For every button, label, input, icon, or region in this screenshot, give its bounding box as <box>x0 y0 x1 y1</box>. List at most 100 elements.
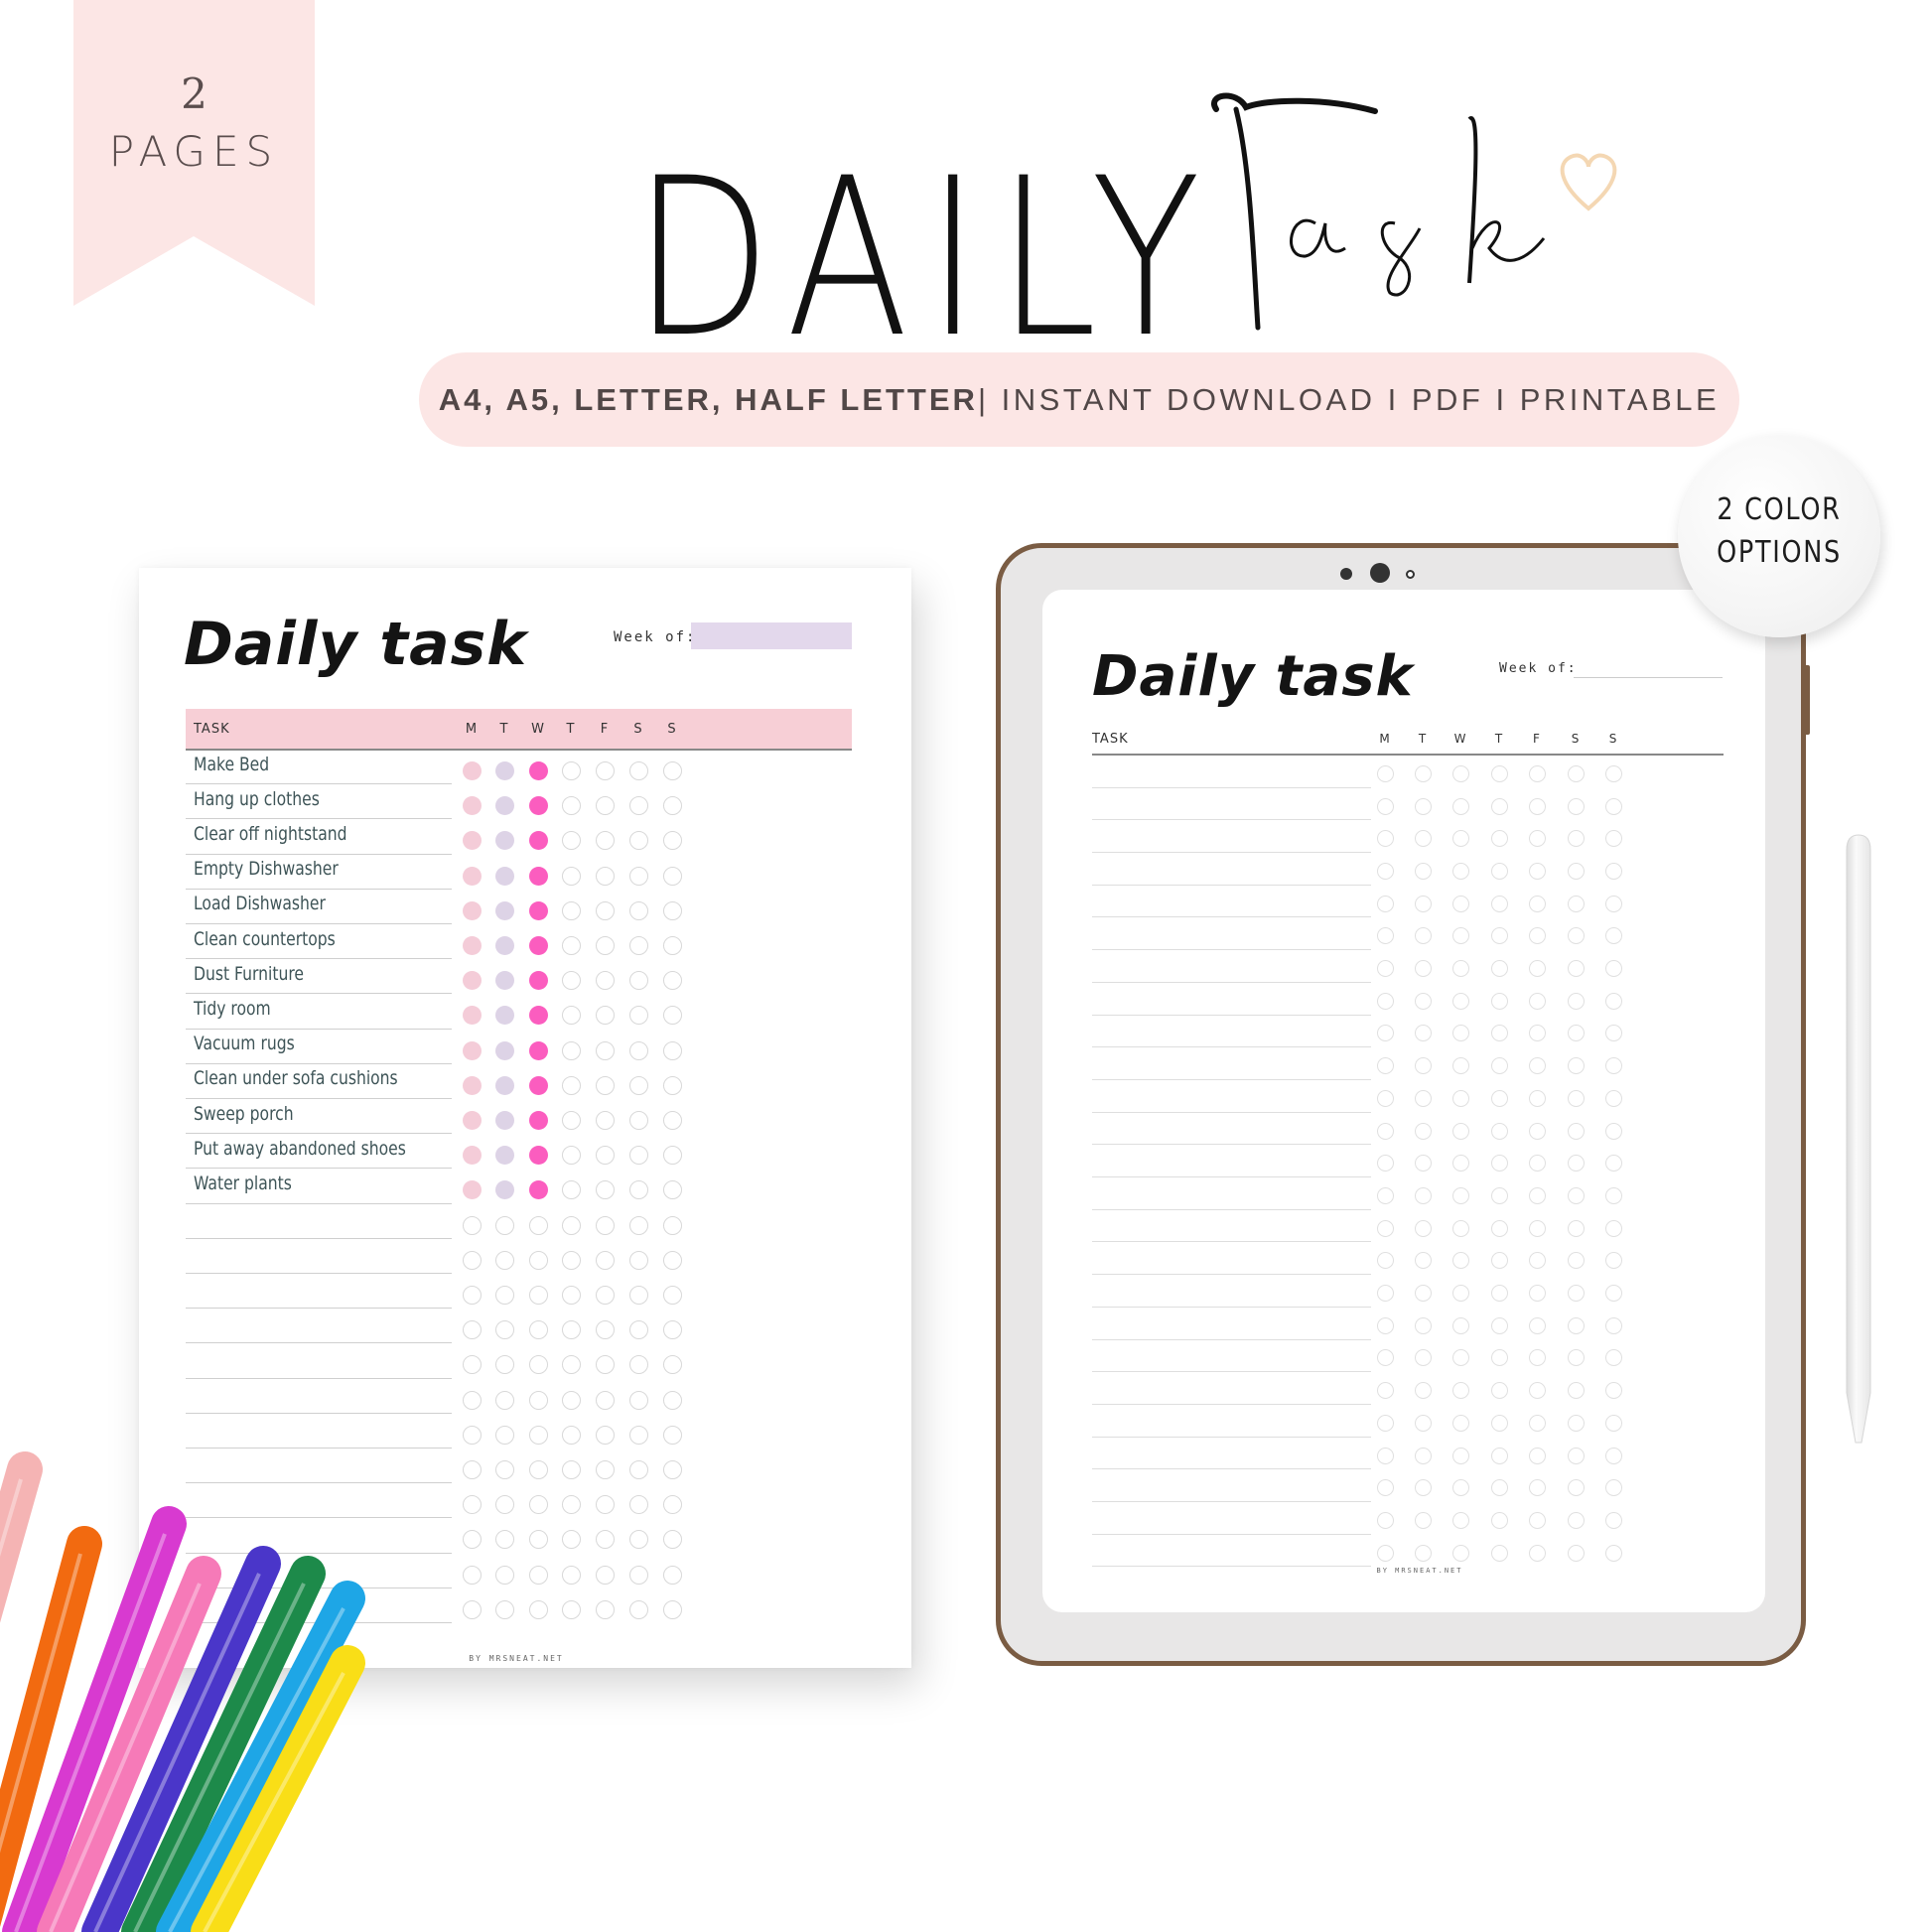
tablet-checkbox-empty[interactable] <box>1528 1285 1546 1303</box>
tablet-checkbox-empty[interactable] <box>1451 1414 1469 1432</box>
tablet-checkbox-empty[interactable] <box>1528 1155 1546 1173</box>
checkbox-empty[interactable] <box>561 796 581 816</box>
tablet-checkbox-empty[interactable] <box>1567 992 1585 1010</box>
tablet-checkbox-empty[interactable] <box>1490 895 1508 912</box>
checkbox-filled[interactable] <box>494 761 514 781</box>
checkbox-empty[interactable] <box>595 1215 615 1235</box>
checkbox-empty[interactable] <box>628 1146 648 1166</box>
checkbox-empty[interactable] <box>595 1320 615 1340</box>
tablet-checkbox-empty[interactable] <box>1528 960 1546 978</box>
checkbox-empty[interactable] <box>628 866 648 886</box>
tablet-checkbox-empty[interactable] <box>1490 862 1508 880</box>
checkbox-empty[interactable] <box>494 1495 514 1515</box>
tablet-checkbox-empty[interactable] <box>1414 1511 1432 1529</box>
tablet-checkbox-empty[interactable] <box>1414 1316 1432 1334</box>
tablet-checkbox-empty[interactable] <box>1604 1349 1622 1367</box>
checkbox-empty[interactable] <box>494 1530 514 1550</box>
tablet-checkbox-empty[interactable] <box>1451 1544 1469 1562</box>
checkbox-empty[interactable] <box>662 1460 682 1480</box>
tablet-checkbox-empty[interactable] <box>1604 895 1622 912</box>
checkbox-empty[interactable] <box>494 1250 514 1270</box>
checkbox-empty[interactable] <box>595 761 615 781</box>
checkbox-filled[interactable] <box>462 971 482 991</box>
checkbox-empty[interactable] <box>662 1390 682 1410</box>
tablet-checkbox-empty[interactable] <box>1528 1511 1546 1529</box>
checkbox-empty[interactable] <box>595 866 615 886</box>
tablet-checkbox-empty[interactable] <box>1528 1349 1546 1367</box>
tablet-checkbox-empty[interactable] <box>1528 1382 1546 1400</box>
tablet-checkbox-empty[interactable] <box>1376 1382 1394 1400</box>
checkbox-filled[interactable] <box>528 1111 548 1131</box>
tablet-checkbox-empty[interactable] <box>1567 1186 1585 1204</box>
tablet-checkbox-empty[interactable] <box>1528 862 1546 880</box>
tablet-checkbox-empty[interactable] <box>1451 1219 1469 1237</box>
tablet-checkbox-empty[interactable] <box>1451 1186 1469 1204</box>
checkbox-empty[interactable] <box>662 866 682 886</box>
tablet-checkbox-empty[interactable] <box>1451 1382 1469 1400</box>
checkbox-filled[interactable] <box>494 1075 514 1095</box>
checkbox-empty[interactable] <box>494 1565 514 1585</box>
checkbox-empty[interactable] <box>662 1495 682 1515</box>
tablet-checkbox-empty[interactable] <box>1414 927 1432 945</box>
checkbox-empty[interactable] <box>494 1355 514 1375</box>
checkbox-empty[interactable] <box>628 1530 648 1550</box>
tablet-checkbox-empty[interactable] <box>1376 1414 1394 1432</box>
checkbox-empty[interactable] <box>595 1530 615 1550</box>
checkbox-empty[interactable] <box>528 1530 548 1550</box>
checkbox-empty[interactable] <box>561 1355 581 1375</box>
tablet-checkbox-empty[interactable] <box>1376 830 1394 848</box>
tablet-checkbox-empty[interactable] <box>1528 764 1546 782</box>
tablet-checkbox-empty[interactable] <box>1376 1219 1394 1237</box>
tablet-checkbox-empty[interactable] <box>1414 1155 1432 1173</box>
tablet-checkbox-empty[interactable] <box>1414 1414 1432 1432</box>
checkbox-filled[interactable] <box>462 900 482 920</box>
task-label[interactable]: Dust Furniture <box>194 963 304 985</box>
tablet-checkbox-empty[interactable] <box>1604 1219 1622 1237</box>
task-label[interactable]: Clear off nightstand <box>194 823 347 845</box>
tablet-checkbox-empty[interactable] <box>1604 1089 1622 1107</box>
tablet-checkbox-empty[interactable] <box>1567 927 1585 945</box>
tablet-checkbox-empty[interactable] <box>1490 1219 1508 1237</box>
task-label[interactable]: Clean under sofa cushions <box>194 1067 398 1089</box>
tablet-checkbox-empty[interactable] <box>1451 1349 1469 1367</box>
tablet-checkbox-empty[interactable] <box>1490 1511 1508 1529</box>
checkbox-empty[interactable] <box>494 1286 514 1306</box>
checkbox-empty[interactable] <box>595 1390 615 1410</box>
checkbox-empty[interactable] <box>628 1355 648 1375</box>
tablet-checkbox-empty[interactable] <box>1451 927 1469 945</box>
checkbox-empty[interactable] <box>595 1006 615 1026</box>
checkbox-empty[interactable] <box>662 900 682 920</box>
task-label[interactable]: Clean countertops <box>194 928 336 950</box>
checkbox-empty[interactable] <box>462 1565 482 1585</box>
task-label[interactable]: Tidy room <box>194 998 271 1020</box>
tablet-checkbox-empty[interactable] <box>1414 1252 1432 1270</box>
tablet-checkbox-empty[interactable] <box>1604 1057 1622 1075</box>
tablet-checkbox-empty[interactable] <box>1567 764 1585 782</box>
tablet-checkbox-empty[interactable] <box>1567 797 1585 815</box>
checkbox-empty[interactable] <box>561 1286 581 1306</box>
checkbox-empty[interactable] <box>561 1320 581 1340</box>
checkbox-empty[interactable] <box>595 900 615 920</box>
checkbox-empty[interactable] <box>662 1250 682 1270</box>
checkbox-empty[interactable] <box>595 1111 615 1131</box>
tablet-checkbox-empty[interactable] <box>1567 1285 1585 1303</box>
tablet-checkbox-empty[interactable] <box>1376 1285 1394 1303</box>
tablet-checkbox-empty[interactable] <box>1414 1479 1432 1497</box>
checkbox-empty[interactable] <box>462 1599 482 1619</box>
tablet-checkbox-empty[interactable] <box>1376 1186 1394 1204</box>
checkbox-empty[interactable] <box>561 761 581 781</box>
tablet-checkbox-empty[interactable] <box>1528 895 1546 912</box>
tablet-checkbox-empty[interactable] <box>1567 1382 1585 1400</box>
tablet-checkbox-empty[interactable] <box>1604 1285 1622 1303</box>
tablet-checkbox-empty[interactable] <box>1528 1447 1546 1464</box>
tablet-checkbox-empty[interactable] <box>1414 1089 1432 1107</box>
tablet-checkbox-empty[interactable] <box>1604 1122 1622 1140</box>
tablet-checkbox-empty[interactable] <box>1604 1544 1622 1562</box>
checkbox-empty[interactable] <box>628 1495 648 1515</box>
checkbox-empty[interactable] <box>662 1075 682 1095</box>
checkbox-empty[interactable] <box>662 1111 682 1131</box>
tablet-checkbox-empty[interactable] <box>1567 1252 1585 1270</box>
tablet-checkbox-empty[interactable] <box>1604 960 1622 978</box>
checkbox-filled[interactable] <box>528 900 548 920</box>
task-label[interactable]: Vacuum rugs <box>194 1033 295 1054</box>
